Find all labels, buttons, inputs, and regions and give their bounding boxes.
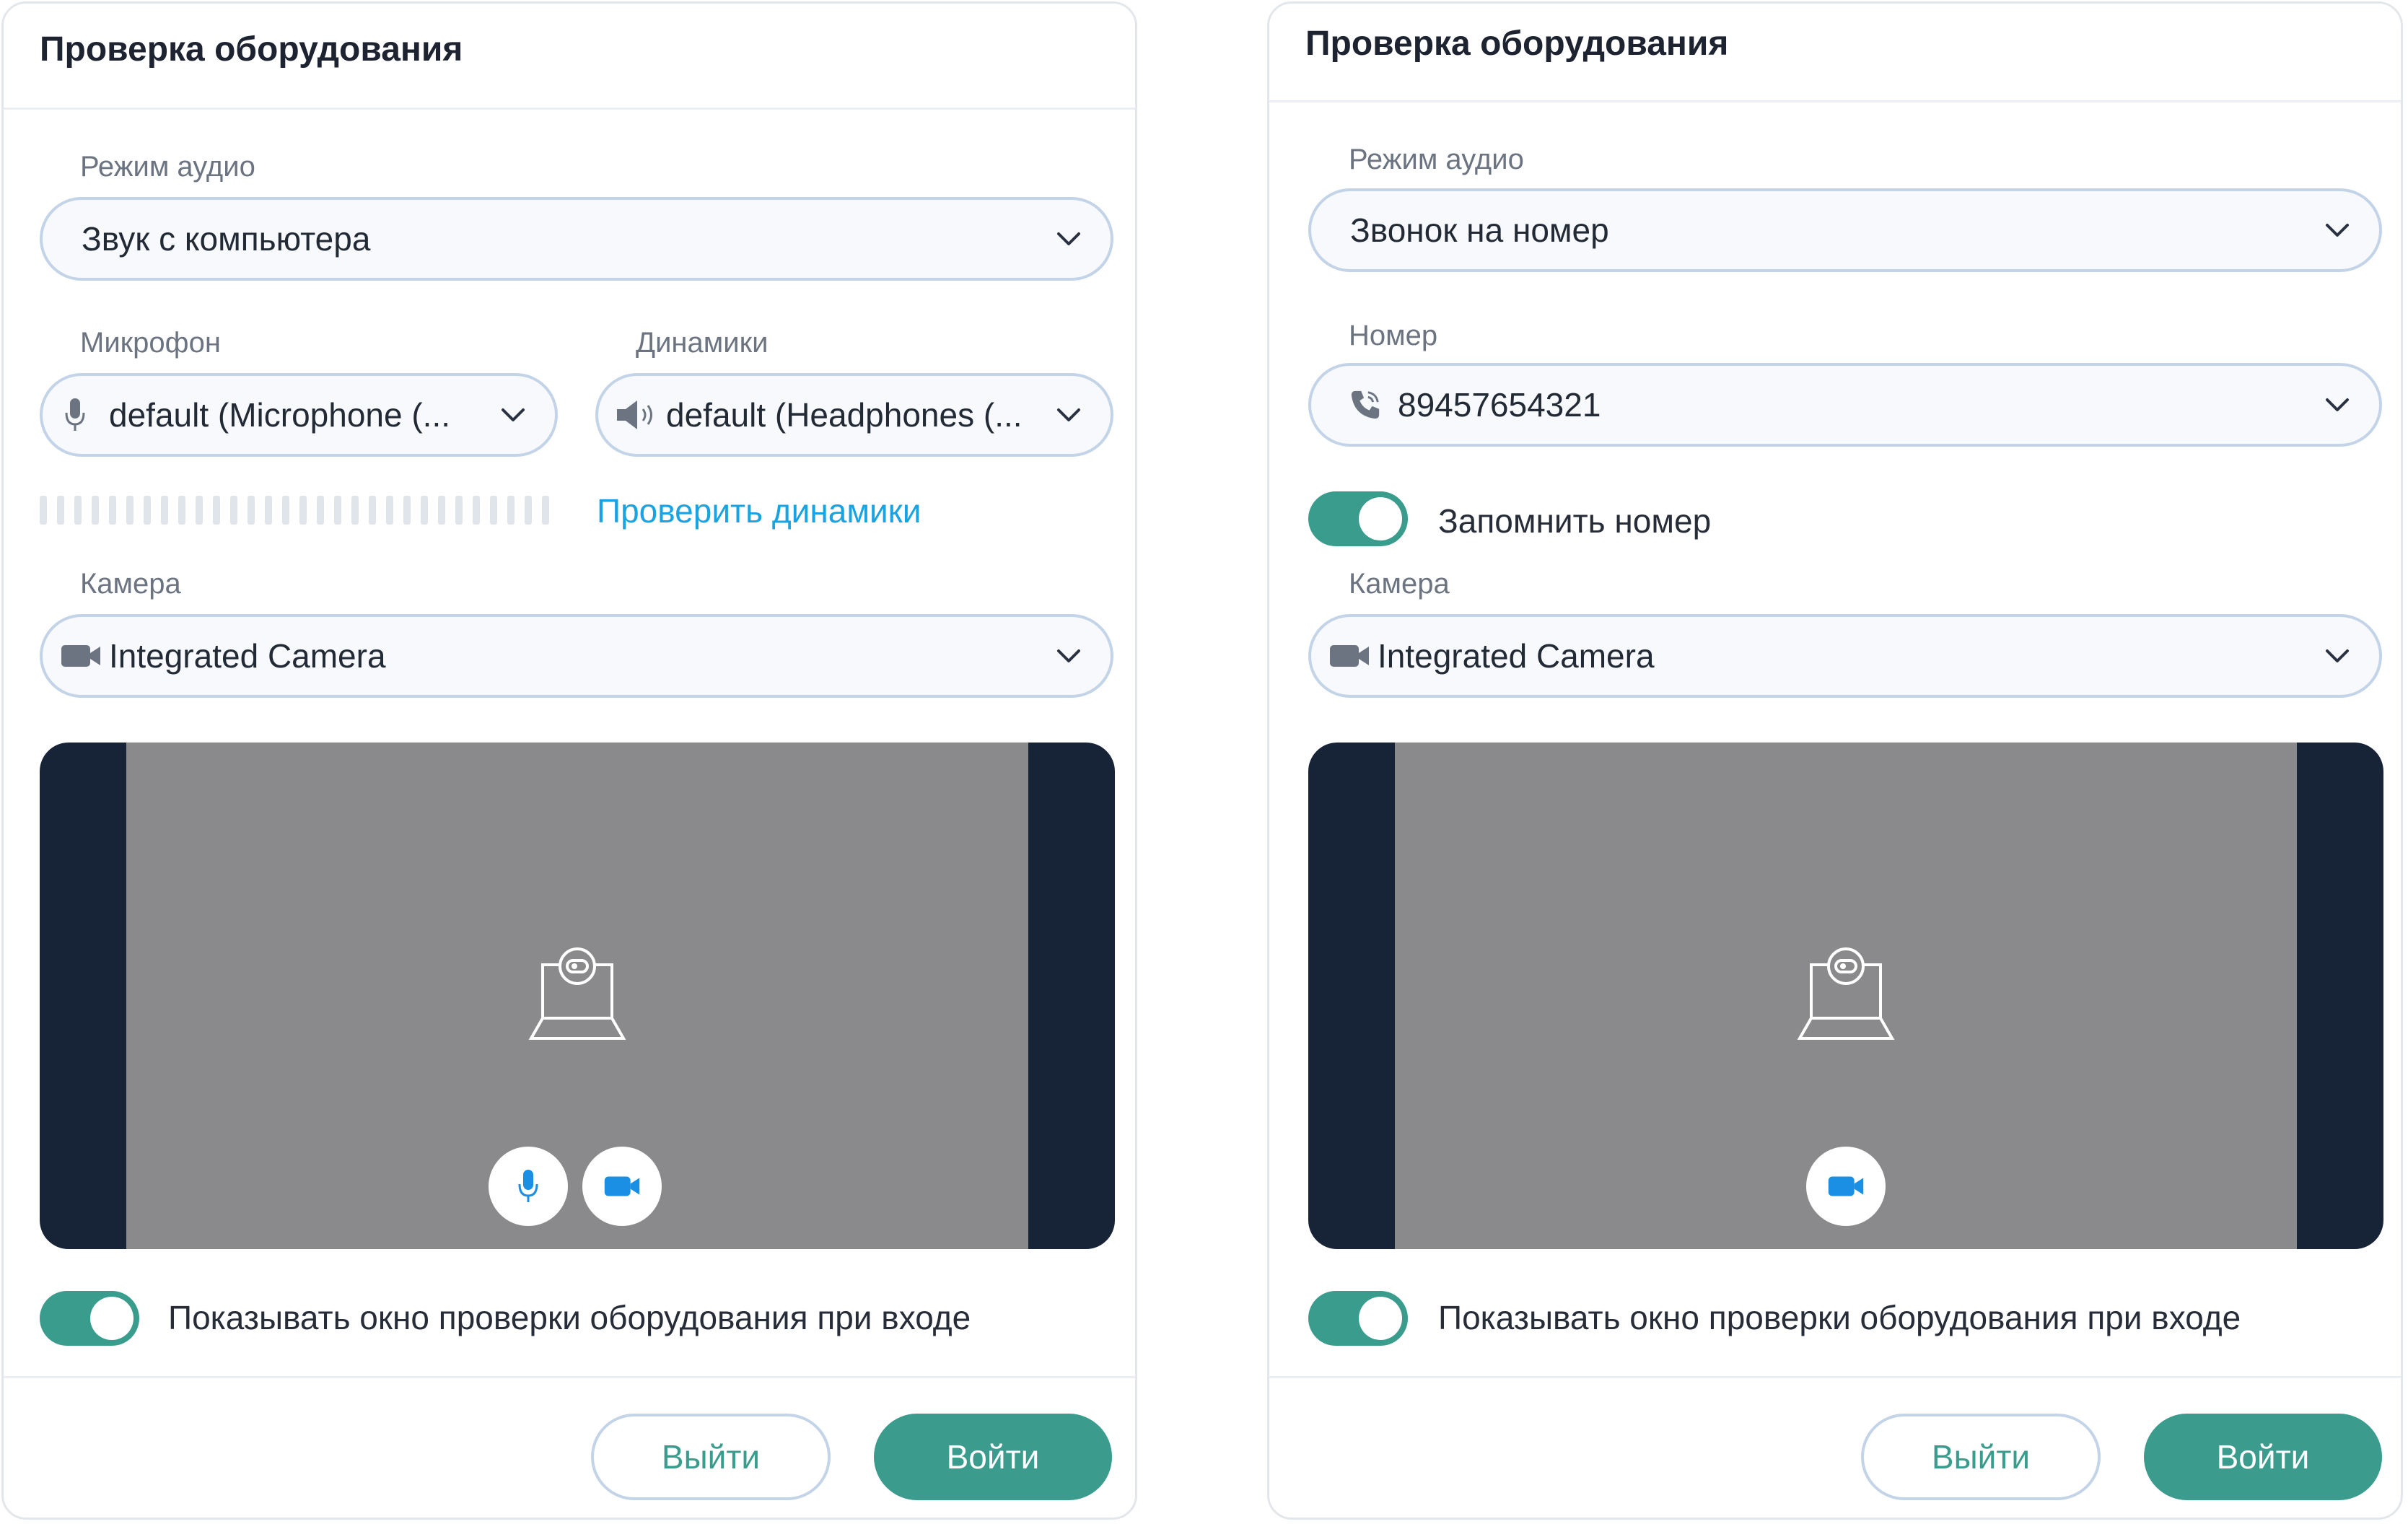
microphone-label: Микрофон [80, 327, 221, 359]
camera-preview [1308, 743, 2383, 1249]
preview-camera-button[interactable] [1806, 1147, 1886, 1226]
dialog-header: Проверка оборудования [1269, 4, 2401, 102]
audio-mode-label: Режим аудио [1349, 144, 1524, 175]
speakers-value: default (Headphones (... [666, 396, 1023, 434]
camera-preview-stage [1395, 743, 2297, 1249]
preview-camera-button[interactable] [582, 1147, 662, 1226]
camera-preview [40, 743, 1115, 1249]
chevron-down-icon [1057, 408, 1080, 421]
video-icon [604, 1176, 640, 1196]
chevron-down-icon [1057, 232, 1080, 245]
camera-icon [61, 645, 100, 667]
speaker-icon [617, 400, 652, 429]
dialog-header: Проверка оборудования [4, 4, 1135, 110]
number-select[interactable]: 89457654321 [1308, 363, 2382, 447]
right-panel: Проверка оборудования Режим аудио Звонок… [1267, 1, 2403, 1520]
microphone-select[interactable]: default (Microphone (... [40, 373, 558, 457]
enter-button[interactable]: Войти [874, 1414, 1112, 1500]
enter-button[interactable]: Войти [2144, 1414, 2382, 1500]
camera-label: Камера [1349, 568, 1450, 600]
microphone-value: default (Microphone (... [109, 396, 451, 434]
speakers-select[interactable]: default (Headphones (... [595, 373, 1113, 457]
camera-value: Integrated Camera [1378, 637, 1655, 675]
toggle-knob [90, 1297, 133, 1340]
audio-mode-select[interactable]: Звонок на номер [1308, 188, 2382, 272]
camera-icon [1330, 645, 1369, 667]
preview-mic-button[interactable] [489, 1147, 568, 1226]
show-on-join-toggle[interactable] [1308, 1291, 1408, 1346]
audio-mode-value: Звук с компьютера [82, 220, 371, 258]
video-icon [1828, 1176, 1864, 1196]
show-on-join-label: Показывать окно проверки оборудования пр… [1438, 1299, 2241, 1336]
remember-number-label: Запомнить номер [1438, 502, 1712, 540]
number-value: 89457654321 [1398, 386, 1601, 424]
dialog-title: Проверка оборудования [1305, 25, 1729, 63]
audio-mode-select[interactable]: Звук с компьютера [40, 197, 1113, 281]
left-panel: Проверка оборудования Режим аудио Звук с… [1, 1, 1137, 1520]
exit-button[interactable]: Выйти [591, 1414, 831, 1500]
phone-icon [1351, 390, 1380, 419]
show-on-join-label: Показывать окно проверки оборудования пр… [168, 1299, 971, 1336]
chevron-down-icon [2326, 649, 2349, 662]
show-on-join-toggle[interactable] [40, 1291, 139, 1346]
camera-select[interactable]: Integrated Camera [40, 614, 1113, 698]
number-label: Номер [1349, 320, 1438, 351]
camera-preview-stage [126, 743, 1028, 1249]
microphone-level-meter [40, 496, 549, 525]
footer-divider [4, 1376, 1135, 1378]
footer-divider [1269, 1376, 2401, 1378]
chevron-down-icon [502, 408, 525, 421]
webcam-placeholder-icon [528, 947, 626, 1040]
exit-button[interactable]: Выйти [1861, 1414, 2101, 1500]
dialog-title: Проверка оборудования [40, 30, 463, 69]
camera-select[interactable]: Integrated Camera [1308, 614, 2382, 698]
remember-number-toggle[interactable] [1308, 491, 1408, 546]
webcam-placeholder-icon [1797, 947, 1895, 1040]
camera-value: Integrated Camera [109, 637, 386, 675]
toggle-knob [1359, 1297, 1402, 1340]
audio-mode-value: Звонок на номер [1350, 211, 1609, 249]
microphone-icon [65, 398, 85, 431]
camera-label: Камера [80, 568, 181, 600]
chevron-down-icon [2326, 224, 2349, 237]
toggle-knob [1359, 497, 1402, 540]
speakers-label: Динамики [636, 327, 769, 359]
check-speakers-link[interactable]: Проверить динамики [597, 491, 921, 530]
microphone-icon [518, 1170, 538, 1202]
chevron-down-icon [2326, 398, 2349, 411]
audio-mode-label: Режим аудио [80, 151, 255, 183]
chevron-down-icon [1057, 649, 1080, 662]
